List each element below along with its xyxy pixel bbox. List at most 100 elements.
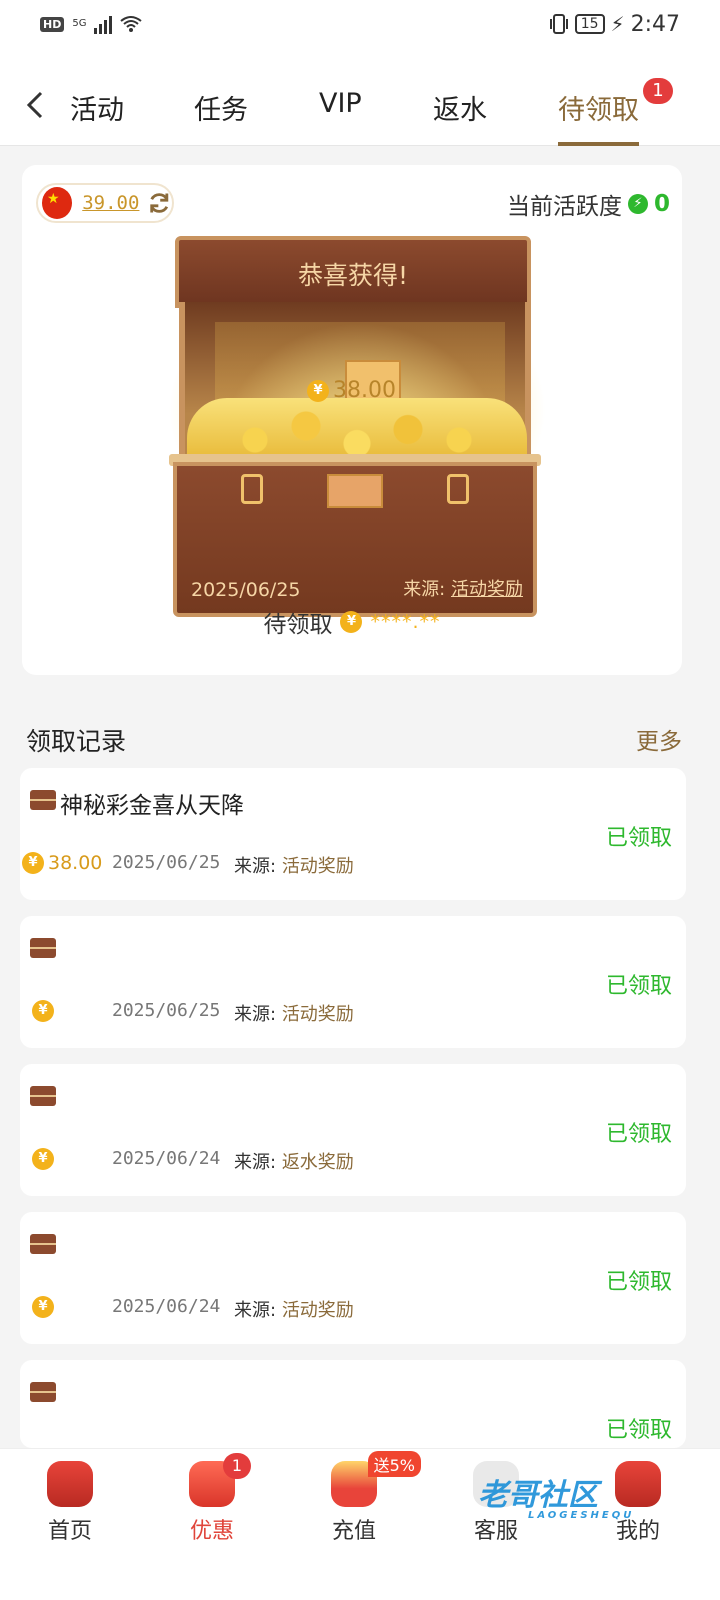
tab-label: VIP [319, 88, 362, 119]
nav-label: 首页 [47, 1519, 92, 1544]
record-status: 已领取 [605, 974, 672, 999]
chest-title: 恭喜获得! [297, 261, 409, 290]
chest-lock [327, 474, 383, 508]
record-item[interactable]: 已领取 [20, 1360, 686, 1448]
nav-deposit[interactable]: 送5% 充值 [294, 1451, 421, 1545]
pending-label: 待领取 [263, 612, 333, 638]
balance-value: 39.00 [82, 192, 140, 214]
wifi-icon [120, 16, 143, 32]
chest-icon [30, 1086, 56, 1106]
record-source-label: 来源: [234, 1004, 277, 1025]
yen-coin-icon: ¥ [32, 1296, 54, 1318]
record-source: 来源: 活动奖励 [234, 1296, 354, 1322]
record-source: 来源: 活动奖励 [234, 852, 354, 878]
record-source-label: 来源: [234, 1300, 277, 1321]
chest-body: 2025/06/25 来源: 活动奖励 [173, 462, 537, 617]
pending-row: 待领取 ¥ ****.** [22, 605, 682, 639]
treasure-card: ★ 39.00 当前活跃度 ⚡ 0 恭喜获得! ¥ 38.00 2025/06/… [22, 165, 682, 675]
record-item[interactable]: 已领取 ¥ 2025/06/24 来源: 活动奖励 [20, 1212, 686, 1344]
record-amount: ¥ 38.00 [22, 852, 102, 874]
tab-rebate[interactable]: 返水 [433, 88, 487, 146]
activity-label: 当前活跃度 [506, 194, 622, 220]
record-source: 来源: 返水奖励 [234, 1148, 354, 1174]
back-button[interactable] [22, 90, 48, 120]
chest-source: 来源: 活动奖励 [403, 575, 523, 601]
tab-activity[interactable]: 活动 [70, 88, 124, 146]
record-status: 已领取 [605, 1122, 672, 1147]
promo-bag-icon: 1 [189, 1453, 251, 1507]
chest-source-link[interactable]: 活动奖励 [451, 579, 523, 600]
refresh-icon[interactable] [147, 190, 172, 216]
masked-amount: ****.** [370, 611, 441, 633]
chest-latch-left [241, 474, 263, 504]
hd-indicator: HD [40, 16, 65, 32]
home-icon [47, 1461, 93, 1507]
record-source-value: 返水奖励 [281, 1152, 354, 1173]
vibrate-icon [549, 14, 568, 34]
record-date: 2025/06/25 [112, 852, 221, 873]
watermark-sub: LAOGESHEQU [528, 1510, 635, 1521]
chest-source-label: 来源: [403, 579, 446, 600]
chest-icon [30, 790, 56, 810]
tab-bar: 活动 任务 VIP 返水 待领取 1 [60, 78, 680, 146]
nav-promotions[interactable]: 1 优惠 [152, 1453, 272, 1545]
signal-icon [94, 14, 113, 34]
chest-latch-right [447, 474, 469, 504]
record-date: 2025/06/24 [112, 1296, 221, 1317]
record-amount-value: 38.00 [48, 852, 103, 874]
chevron-left-icon [26, 91, 43, 119]
balance-pill: ★ 39.00 [36, 183, 174, 223]
record-item[interactable]: 神秘彩金喜从天降 已领取 ¥ 38.00 2025/06/25 来源: 活动奖励 [20, 768, 686, 900]
chest-icon [30, 1382, 56, 1402]
deposit-promo-badge: 送5% [367, 1451, 421, 1477]
charging-icon: ⚡ [610, 12, 625, 36]
activity-value: 0 [653, 191, 670, 217]
tab-label: 待领取 [558, 95, 639, 126]
record-source-value: 活动奖励 [281, 1300, 354, 1321]
yen-coin-icon: ¥ [22, 852, 44, 874]
watermark-text: 老哥社区 [478, 1478, 598, 1513]
record-source-value: 活动奖励 [281, 856, 354, 877]
status-right: 15 ⚡ 2:47 [549, 12, 680, 37]
record-date: 2025/06/24 [112, 1148, 221, 1169]
record-amount: ¥ [32, 1296, 58, 1318]
activity-level: 当前活跃度 ⚡ 0 [507, 187, 670, 221]
treasure-chest[interactable]: 恭喜获得! ¥ 38.00 2025/06/25 来源: 活动奖励 [107, 230, 567, 620]
watermark-logo: 老哥社区 LAOGESHEQU [478, 1470, 698, 1540]
bolt-icon: ⚡ [627, 194, 648, 214]
record-item[interactable]: 已领取 ¥ 2025/06/25 来源: 活动奖励 [20, 916, 686, 1048]
record-amount: ¥ [32, 1148, 58, 1170]
status-bar: HD 5G 15 ⚡ 2:47 [0, 0, 720, 48]
record-source-value: 活动奖励 [281, 1004, 354, 1025]
header: 活动 任务 VIP 返水 待领取 1 [0, 48, 720, 146]
nav-home[interactable]: 首页 [10, 1461, 130, 1545]
record-item[interactable]: 已领取 ¥ 2025/06/24 来源: 返水奖励 [20, 1064, 686, 1196]
chest-lid: 恭喜获得! [175, 236, 531, 308]
nav-label: 充值 [331, 1519, 376, 1544]
nav-label: 优惠 [189, 1519, 234, 1544]
chest-icon [30, 1234, 56, 1254]
tab-pending[interactable]: 待领取 1 [558, 78, 673, 146]
tab-label: 返水 [433, 95, 487, 126]
status-left: HD 5G [40, 14, 143, 34]
yen-coin-icon: ¥ [32, 1000, 54, 1022]
yen-coin-icon: ¥ [32, 1148, 54, 1170]
tab-label: 任务 [194, 95, 248, 126]
record-status: 已领取 [605, 1270, 672, 1295]
tab-tasks[interactable]: 任务 [194, 88, 248, 146]
chest-icon [30, 938, 56, 958]
record-source-label: 来源: [234, 856, 277, 877]
record-date: 2025/06/25 [112, 1000, 221, 1021]
network-type: 5G [72, 18, 87, 29]
record-title: 神秘彩金喜从天降 [60, 793, 244, 819]
chest-date: 2025/06/25 [191, 579, 301, 601]
record-status: 已领取 [605, 1418, 672, 1443]
more-link[interactable]: 更多 [636, 722, 682, 758]
record-source-label: 来源: [234, 1152, 277, 1173]
record-status: 已领取 [605, 826, 672, 851]
tab-vip[interactable]: VIP [319, 88, 362, 146]
tab-badge: 1 [643, 78, 673, 104]
nav-badge: 1 [223, 1453, 251, 1479]
yen-coin-icon: ¥ [340, 611, 363, 633]
record-amount: ¥ [32, 1000, 58, 1022]
